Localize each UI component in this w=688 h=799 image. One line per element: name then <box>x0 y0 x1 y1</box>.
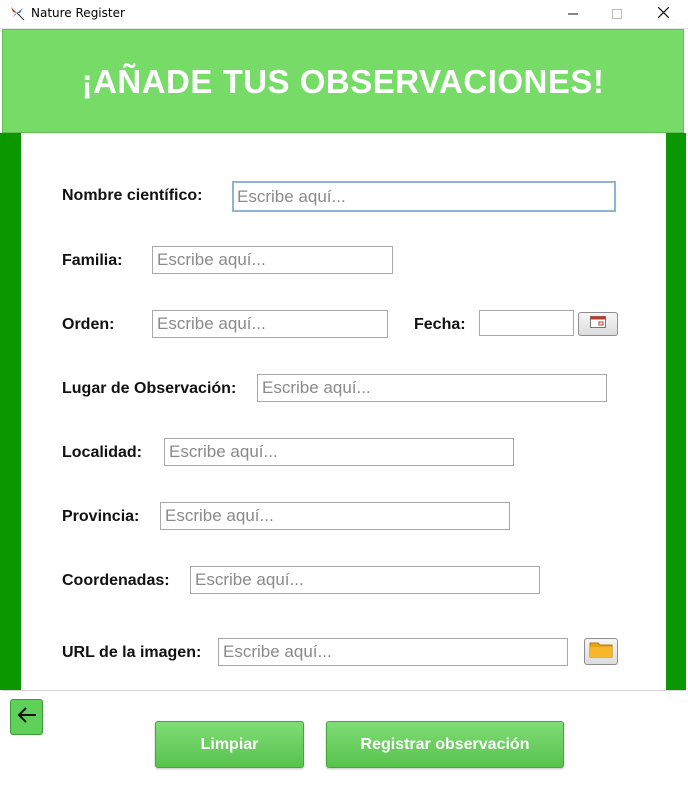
close-button[interactable] <box>640 0 686 28</box>
calendar-icon <box>590 315 606 333</box>
folder-icon <box>589 640 613 663</box>
butterfly-icon <box>9 5 25 21</box>
locality-label: Localidad: <box>62 444 143 461</box>
frame-right <box>666 133 686 690</box>
maximize-button[interactable] <box>594 0 640 28</box>
scientific-name-input[interactable] <box>232 181 616 212</box>
date-input[interactable] <box>479 310 574 336</box>
province-input[interactable] <box>160 502 510 530</box>
locality-input[interactable] <box>164 438 514 466</box>
page-title: ¡AÑADE TUS OBSERVACIONES! <box>81 63 605 100</box>
frame-left <box>0 133 21 690</box>
place-input[interactable] <box>257 374 607 402</box>
window-title: Nature Register <box>31 6 125 20</box>
image-url-input[interactable] <box>218 638 568 666</box>
calendar-button[interactable] <box>578 312 618 336</box>
clear-button[interactable]: Limpiar <box>155 721 304 768</box>
arrow-left-icon <box>16 706 38 729</box>
family-label: Familia: <box>62 252 123 269</box>
image-url-label: URL de la imagen: <box>62 644 202 661</box>
register-button[interactable]: Registrar observación <box>326 721 564 768</box>
window-titlebar: Nature Register <box>0 0 688 29</box>
family-input[interactable] <box>152 246 393 274</box>
back-button[interactable] <box>10 699 43 735</box>
order-label: Orden: <box>62 316 115 333</box>
coordinates-label: Coordenadas: <box>62 572 170 589</box>
date-label: Fecha: <box>414 316 466 333</box>
scientific-name-label: Nombre científico: <box>62 187 203 204</box>
close-icon <box>657 5 669 23</box>
form-panel <box>21 133 666 690</box>
browse-image-button[interactable] <box>584 638 618 665</box>
order-input[interactable] <box>152 310 388 338</box>
header-banner: ¡AÑADE TUS OBSERVACIONES! <box>2 29 684 133</box>
minimize-button[interactable] <box>550 0 596 28</box>
coordinates-input[interactable] <box>190 566 540 594</box>
province-label: Provincia: <box>62 508 140 525</box>
place-label: Lugar de Observación: <box>62 380 237 397</box>
